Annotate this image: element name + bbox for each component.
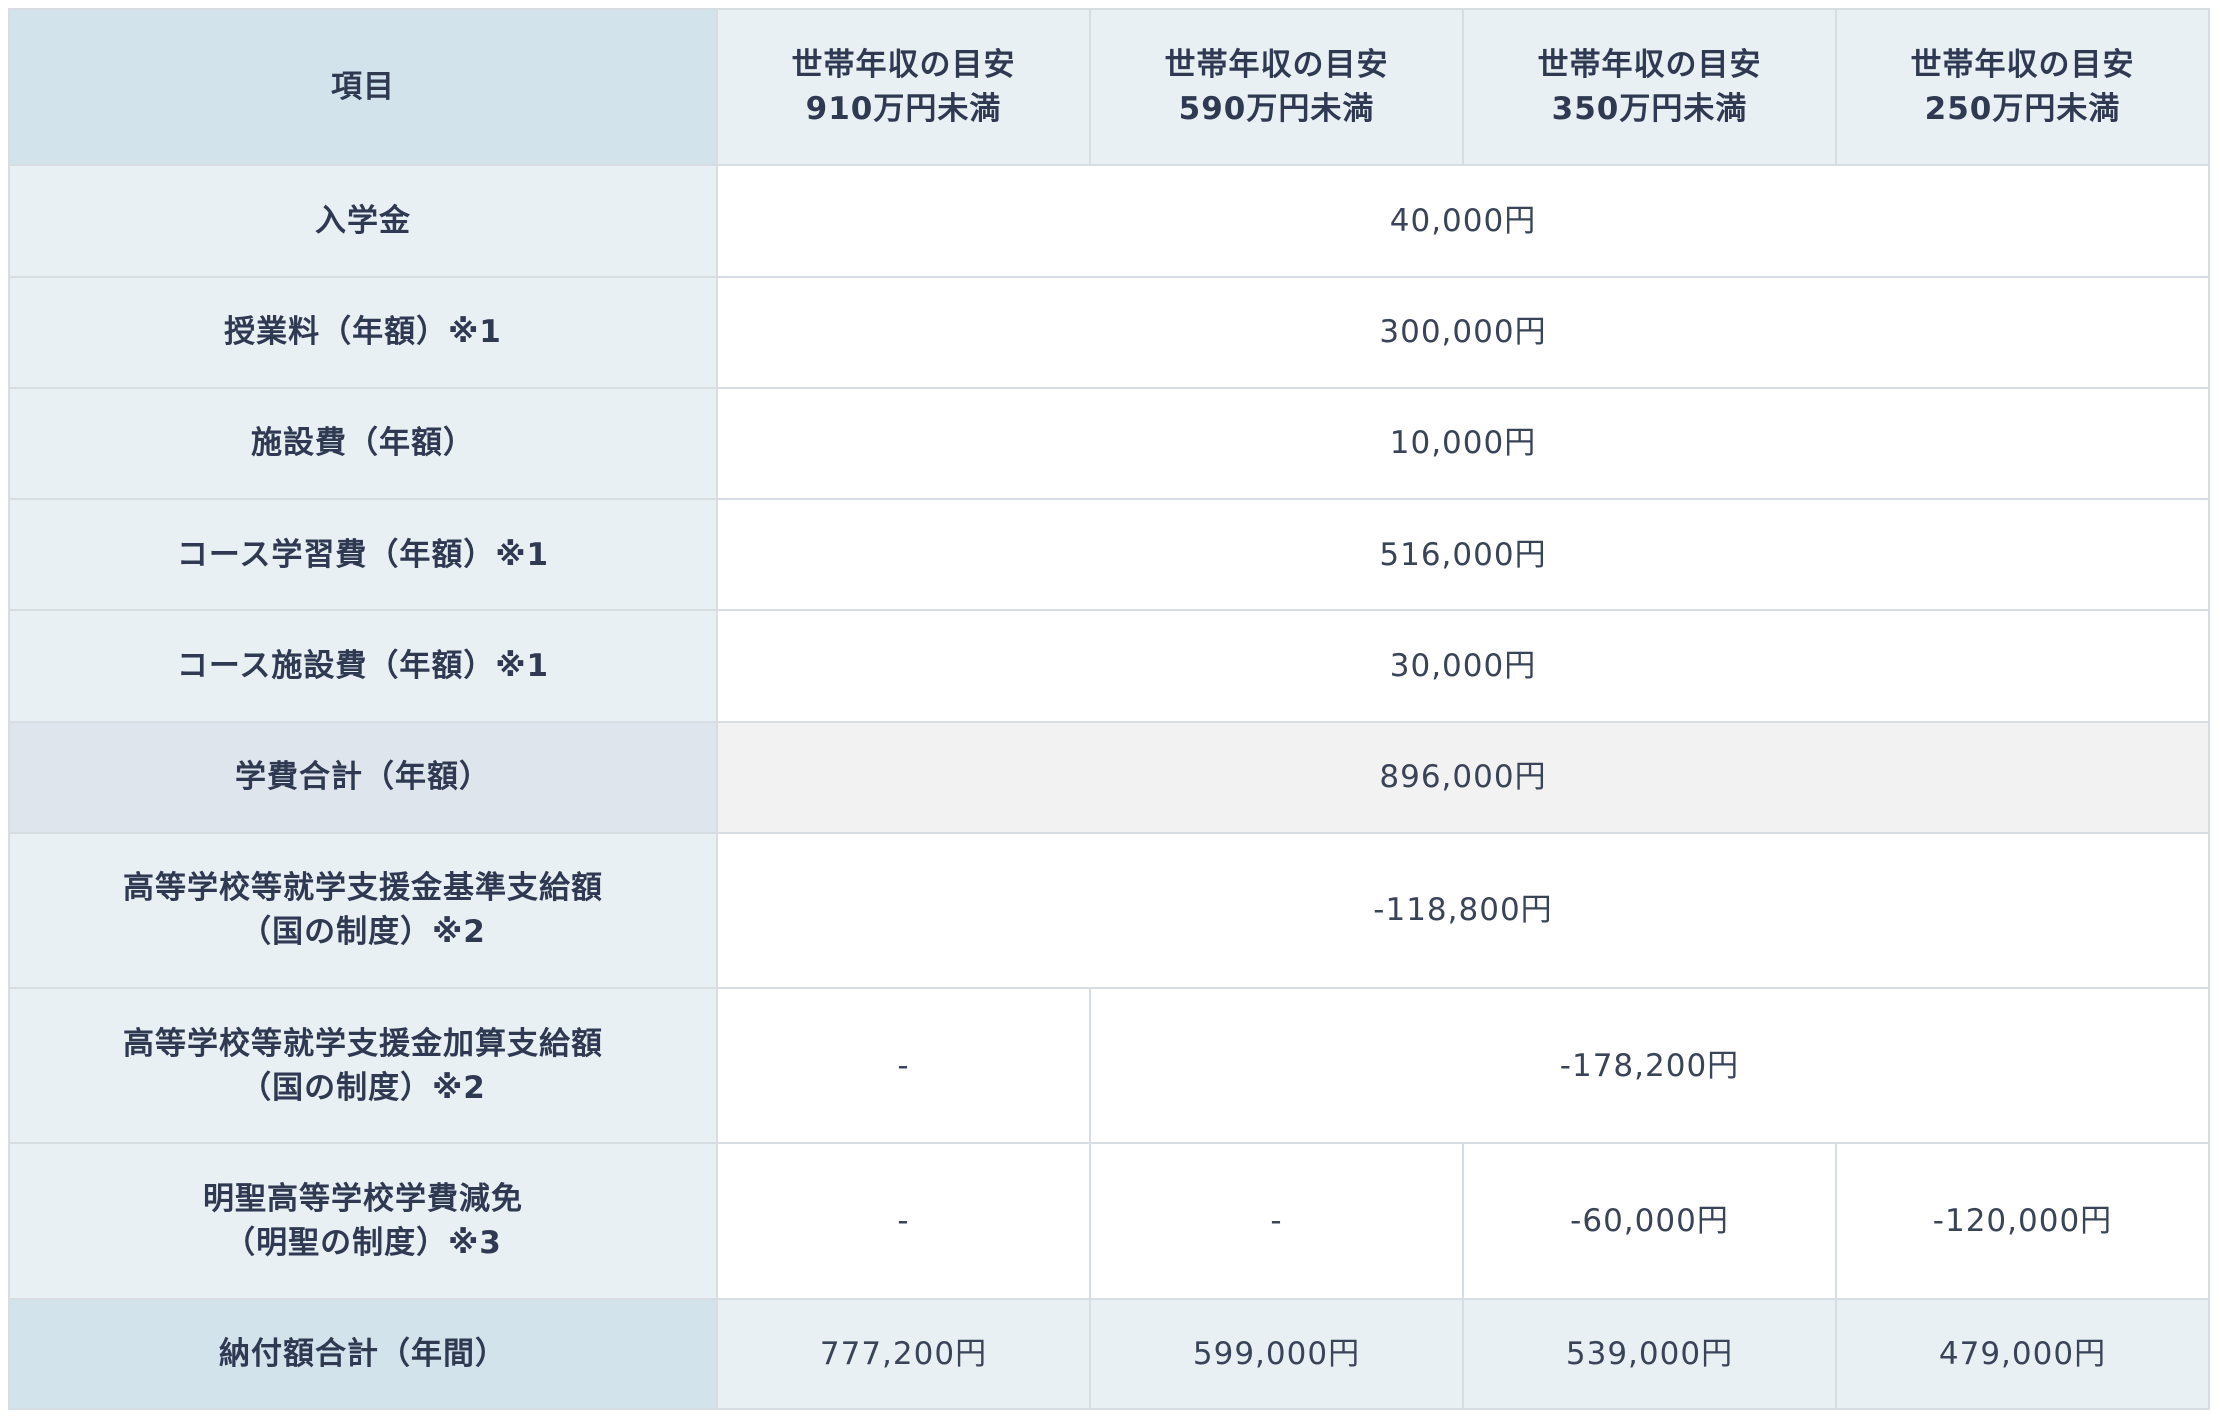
payment-total-value-3: 539,000円 [1462, 1297, 1837, 1411]
meisei-reduction-value-3: -60,000円 [1462, 1142, 1837, 1300]
income-band-header-4-line1: 世帯年収の目安 [1910, 47, 2135, 84]
meisei-reduction-label: 明聖高等学校学費減免 （明聖の制度）※3 [8, 1142, 718, 1300]
support-base-label-line2: （国の制度）※2 [240, 914, 486, 951]
support-additional-value-others: -178,200円 [1089, 987, 2210, 1145]
support-additional-label: 高等学校等就学支援金加算支給額 （国の制度）※2 [8, 987, 718, 1145]
facility-fee-label: 施設費（年額） [8, 386, 718, 501]
support-additional-row: 高等学校等就学支援金加算支給額 （国の制度）※2 - -178,200円 [8, 987, 2210, 1145]
support-base-label-line1: 高等学校等就学支援金基準支給額 [123, 870, 603, 907]
tuition-subtotal-label: 学費合計（年額） [8, 720, 718, 834]
payment-total-label: 納付額合計（年間） [8, 1297, 718, 1411]
meisei-reduction-value-2: - [1089, 1142, 1464, 1300]
admission-fee-row: 入学金 40,000円 [8, 164, 2210, 278]
meisei-reduction-value-1: - [716, 1142, 1091, 1300]
support-additional-label-line2: （国の制度）※2 [240, 1069, 486, 1106]
income-band-header-4-line2: 250万円未満 [1924, 91, 2121, 128]
income-band-header-3: 世帯年収の目安 350万円未満 [1462, 7, 1837, 167]
payment-total-row: 納付額合計（年間） 777,200円 599,000円 539,000円 479… [8, 1297, 2210, 1411]
meisei-reduction-row: 明聖高等学校学費減免 （明聖の制度）※3 - - -60,000円 -120,0… [8, 1142, 2210, 1300]
course-facility-fee-value: 30,000円 [716, 609, 2210, 723]
course-study-fee-value: 516,000円 [716, 498, 2210, 612]
facility-fee-value: 10,000円 [716, 386, 2210, 501]
tuition-subtotal-value: 896,000円 [716, 720, 2210, 834]
payment-total-value-1: 777,200円 [716, 1297, 1091, 1411]
fee-table-container: 項目 世帯年収の目安 910万円未満 世帯年収の目安 590万円未満 世帯年収の… [8, 7, 2210, 1411]
support-additional-label-line1: 高等学校等就学支援金加算支給額 [123, 1025, 603, 1062]
income-band-header-2-line2: 590万円未満 [1178, 91, 1375, 128]
admission-fee-value: 40,000円 [716, 164, 2210, 278]
income-band-header-2-line1: 世帯年収の目安 [1164, 47, 1389, 84]
tuition-row: 授業料（年額）※1 300,000円 [8, 275, 2210, 389]
meisei-reduction-value-4: -120,000円 [1835, 1142, 2210, 1300]
support-base-value: -118,800円 [716, 831, 2210, 990]
course-facility-fee-label: コース施設費（年額）※1 [8, 609, 718, 723]
income-band-header-3-line2: 350万円未満 [1551, 91, 1748, 128]
income-band-header-1-line1: 世帯年収の目安 [791, 47, 1016, 84]
meisei-reduction-label-line1: 明聖高等学校学費減免 [203, 1181, 523, 1218]
income-band-header-3-line1: 世帯年収の目安 [1537, 47, 1762, 84]
income-band-header-2: 世帯年収の目安 590万円未満 [1089, 7, 1464, 167]
facility-fee-row: 施設費（年額） 10,000円 [8, 386, 2210, 501]
support-base-row: 高等学校等就学支援金基準支給額 （国の制度）※2 -118,800円 [8, 831, 2210, 990]
item-header: 項目 [8, 7, 718, 167]
income-band-header-1: 世帯年収の目安 910万円未満 [716, 7, 1091, 167]
income-band-header-1-line2: 910万円未満 [805, 91, 1002, 128]
tuition-label: 授業料（年額）※1 [8, 275, 718, 389]
header-row: 項目 世帯年収の目安 910万円未満 世帯年収の目安 590万円未満 世帯年収の… [8, 7, 2210, 167]
support-additional-value-band1: - [716, 987, 1091, 1145]
course-study-fee-label: コース学習費（年額）※1 [8, 498, 718, 612]
course-study-fee-row: コース学習費（年額）※1 516,000円 [8, 498, 2210, 612]
admission-fee-label: 入学金 [8, 164, 718, 278]
tuition-fee-table: 項目 世帯年収の目安 910万円未満 世帯年収の目安 590万円未満 世帯年収の… [8, 7, 2210, 1411]
payment-total-value-4: 479,000円 [1835, 1297, 2210, 1411]
meisei-reduction-label-line2: （明聖の制度）※3 [224, 1225, 502, 1262]
tuition-subtotal-row: 学費合計（年額） 896,000円 [8, 720, 2210, 834]
course-facility-fee-row: コース施設費（年額）※1 30,000円 [8, 609, 2210, 723]
tuition-value: 300,000円 [716, 275, 2210, 389]
support-base-label: 高等学校等就学支援金基準支給額 （国の制度）※2 [8, 831, 718, 990]
income-band-header-4: 世帯年収の目安 250万円未満 [1835, 7, 2210, 167]
payment-total-value-2: 599,000円 [1089, 1297, 1464, 1411]
